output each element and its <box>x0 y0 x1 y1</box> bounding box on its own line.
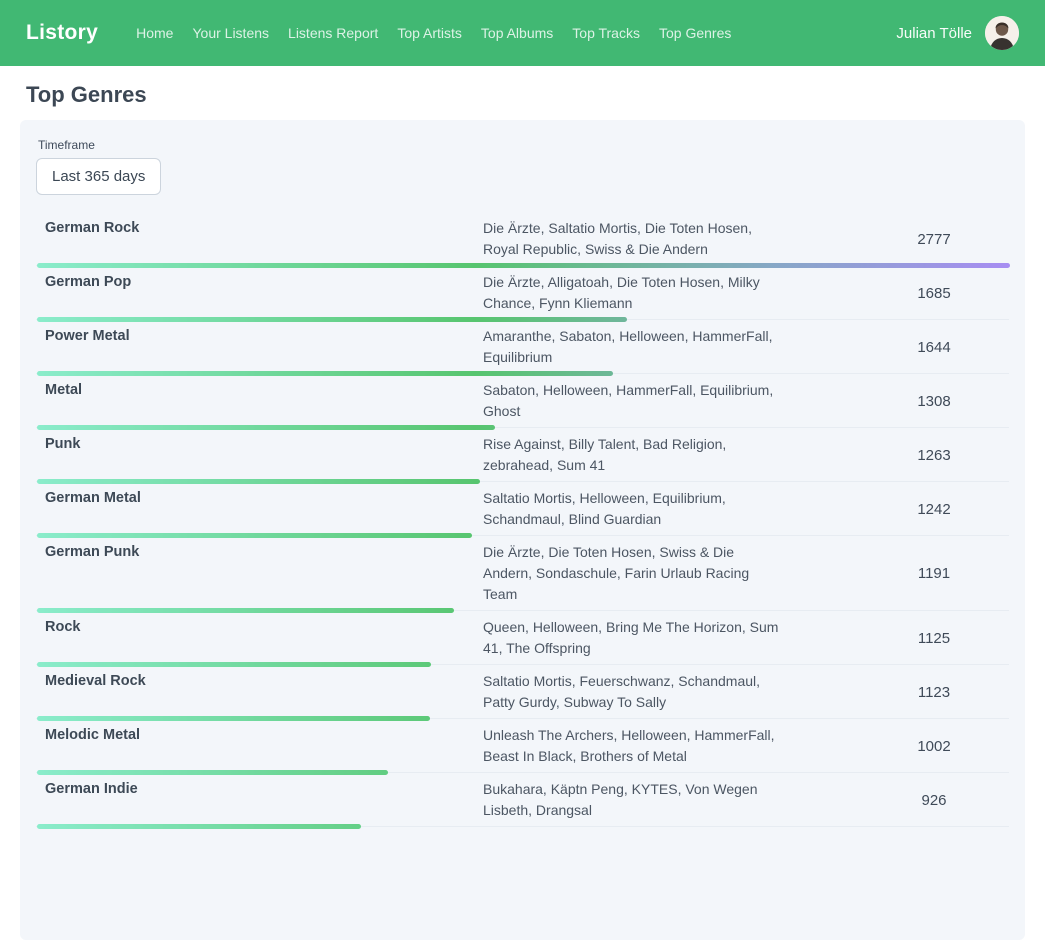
table-row: German Rock Die Ärzte, Saltatio Mortis, … <box>36 212 1009 266</box>
genre-progress-bar <box>37 662 431 667</box>
genre-name: German Indie <box>36 779 483 821</box>
genre-name: German Punk <box>36 542 483 605</box>
table-row: Punk Rise Against, Billy Talent, Bad Rel… <box>36 428 1009 482</box>
genre-name: Rock <box>36 617 483 659</box>
genre-artists: Die Ärzte, Die Toten Hosen, Swiss & Die … <box>483 542 783 605</box>
genre-artists: Bukahara, Käptn Peng, KYTES, Von Wegen L… <box>483 779 783 821</box>
genre-count: 1685 <box>859 285 1009 302</box>
genre-progress-bar <box>37 716 430 721</box>
genre-name: German Rock <box>36 218 483 260</box>
genre-count: 1242 <box>859 501 1009 518</box>
nav-item-top-artists[interactable]: Top Artists <box>397 25 462 41</box>
nav-item-home[interactable]: Home <box>136 25 173 41</box>
nav-item-your-listens[interactable]: Your Listens <box>192 25 269 41</box>
nav-item-listens-report[interactable]: Listens Report <box>288 25 378 41</box>
genre-artists: Amaranthe, Sabaton, Helloween, HammerFal… <box>483 326 783 368</box>
nav-item-top-albums[interactable]: Top Albums <box>481 25 553 41</box>
top-genres-card: Timeframe Last 365 days German Rock Die … <box>20 120 1025 940</box>
avatar-photo-icon <box>985 16 1019 50</box>
genre-progress-bar <box>37 770 388 775</box>
genre-progress-bar <box>37 608 454 613</box>
genre-artists: Queen, Helloween, Bring Me The Horizon, … <box>483 617 783 659</box>
genre-artists: Saltatio Mortis, Feuerschwanz, Schandmau… <box>483 671 783 713</box>
nav-item-top-genres[interactable]: Top Genres <box>659 25 731 41</box>
app-header: Listory Home Your Listens Listens Report… <box>0 0 1045 66</box>
genre-artists: Unleash The Archers, Helloween, HammerFa… <box>483 725 783 767</box>
genre-artists: Sabaton, Helloween, HammerFall, Equilibr… <box>483 380 783 422</box>
table-row: Metal Sabaton, Helloween, HammerFall, Eq… <box>36 374 1009 428</box>
table-row: Rock Queen, Helloween, Bring Me The Hori… <box>36 611 1009 665</box>
app-logo[interactable]: Listory <box>26 21 98 45</box>
genre-progress-bar <box>37 425 495 430</box>
genre-artists: Saltatio Mortis, Helloween, Equilibrium,… <box>483 488 783 530</box>
genre-name: Power Metal <box>36 326 483 368</box>
user-name[interactable]: Julian Tölle <box>896 25 972 42</box>
table-row: German Indie Bukahara, Käptn Peng, KYTES… <box>36 773 1009 827</box>
genre-artists: Die Ärzte, Alligatoah, Die Toten Hosen, … <box>483 272 783 314</box>
genre-name: Medieval Rock <box>36 671 483 713</box>
genre-progress-bar <box>37 533 472 538</box>
genre-count: 926 <box>859 792 1009 809</box>
genre-count: 2777 <box>859 231 1009 248</box>
table-row: German Metal Saltatio Mortis, Helloween,… <box>36 482 1009 536</box>
page-title: Top Genres <box>26 82 1025 108</box>
timeframe-label: Timeframe <box>38 138 1009 152</box>
user-avatar[interactable] <box>985 16 1019 50</box>
page-content: Top Genres Timeframe Last 365 days Germa… <box>0 66 1045 940</box>
genre-count: 1123 <box>859 684 1009 701</box>
genre-count: 1125 <box>859 630 1009 647</box>
genres-table: German Rock Die Ärzte, Saltatio Mortis, … <box>36 212 1009 827</box>
table-row: Melodic Metal Unleash The Archers, Hello… <box>36 719 1009 773</box>
genre-progress-bar <box>37 317 627 322</box>
genre-name: Punk <box>36 434 483 476</box>
genre-count: 1308 <box>859 393 1009 410</box>
table-row: German Pop Die Ärzte, Alligatoah, Die To… <box>36 266 1009 320</box>
genre-progress-bar <box>37 371 613 376</box>
genre-count: 1002 <box>859 738 1009 755</box>
genre-count: 1191 <box>859 565 1009 582</box>
genre-artists: Die Ärzte, Saltatio Mortis, Die Toten Ho… <box>483 218 783 260</box>
genre-progress-bar <box>37 263 1010 268</box>
timeframe-select[interactable]: Last 365 days <box>36 158 161 195</box>
genre-count: 1263 <box>859 447 1009 464</box>
genre-count: 1644 <box>859 339 1009 356</box>
genre-name: German Metal <box>36 488 483 530</box>
genre-name: German Pop <box>36 272 483 314</box>
nav-item-top-tracks[interactable]: Top Tracks <box>572 25 640 41</box>
genre-progress-bar <box>37 824 361 829</box>
table-row: German Punk Die Ärzte, Die Toten Hosen, … <box>36 536 1009 611</box>
genre-name: Metal <box>36 380 483 422</box>
main-nav: Home Your Listens Listens Report Top Art… <box>136 25 731 41</box>
table-row: Medieval Rock Saltatio Mortis, Feuerschw… <box>36 665 1009 719</box>
table-row: Power Metal Amaranthe, Sabaton, Hellowee… <box>36 320 1009 374</box>
genre-artists: Rise Against, Billy Talent, Bad Religion… <box>483 434 783 476</box>
genre-progress-bar <box>37 479 480 484</box>
genre-name: Melodic Metal <box>36 725 483 767</box>
